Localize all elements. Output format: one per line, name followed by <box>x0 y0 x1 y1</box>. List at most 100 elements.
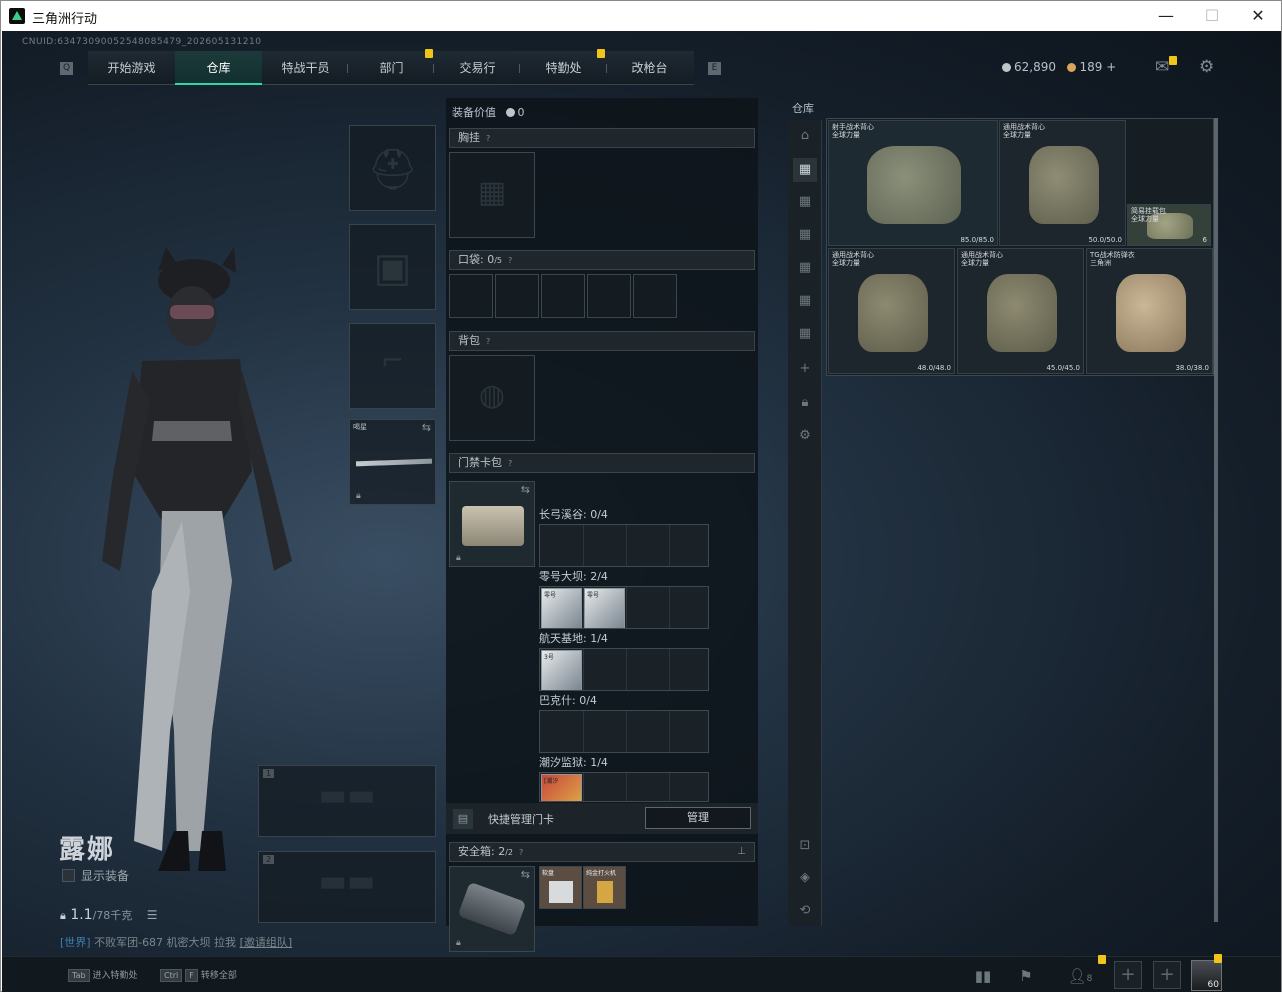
keycard-item[interactable]: 3号 <box>541 650 582 690</box>
warehouse-item[interactable]: 射手战术背心 全球力量 85.0/85.0 <box>828 120 998 246</box>
warehouse-tab-icon[interactable]: ▦ <box>793 223 817 247</box>
gear-icon[interactable]: ⚙ <box>1199 57 1214 77</box>
warehouse-panel: 仓库 ⌂ ▦ ▦ ▦ ▦ ▦ ▦ + 🔒︎ ⚙ ⊡ ◈ ⟲ 射手战术背心 全球力… <box>788 98 1220 926</box>
quick-manage-bar: ▤ 快捷管理门卡 管理 <box>446 803 758 834</box>
invite-slot-button[interactable]: + <box>1114 961 1142 989</box>
keycase-slot[interactable]: ⇆ 🔒︎ <box>449 481 535 567</box>
mail-icon[interactable]: ✉ <box>1155 57 1169 77</box>
warehouse-tab-icon[interactable]: ▦ <box>793 322 817 346</box>
warehouse-tab-icon[interactable]: ▦ <box>793 289 817 313</box>
chest-rig-label: 胸挂 <box>458 131 480 144</box>
cell-divider <box>583 773 584 801</box>
manage-button[interactable]: 管理 <box>645 807 751 829</box>
keycard-item[interactable]: [潮汐 <box>541 774 582 801</box>
settings-icon[interactable]: ⚙ <box>793 424 817 448</box>
hint-special-ops[interactable]: Tab 进入特勤处 <box>68 968 138 982</box>
secondary-weapon-slot[interactable]: 2 ▬▬ <box>258 851 436 923</box>
item-durability: 45.0/45.0 <box>1046 364 1080 372</box>
item-durability: 38.0/38.0 <box>1175 364 1209 372</box>
safebox-slot[interactable]: ⇆ 🔒︎ <box>449 866 535 952</box>
tab-market[interactable]: 交易行 <box>434 51 521 85</box>
warehouse-item[interactable]: 通用战术背心 全球力量 48.0/48.0 <box>828 248 955 374</box>
safebox-item[interactable]: 软盘 <box>539 866 582 909</box>
swap-icon[interactable]: ⇆ <box>521 483 530 496</box>
tab-start-game[interactable]: 开始游戏 <box>88 51 175 85</box>
cell-divider <box>626 649 627 690</box>
checkbox[interactable] <box>62 869 75 882</box>
help-icon[interactable]: ? <box>508 256 512 265</box>
keycard-item[interactable]: 零号 <box>541 588 582 628</box>
safebox-item[interactable]: 纯金打火机 <box>583 866 626 909</box>
game-viewport: CNUID:63473090052548085479_202605131210 … <box>2 31 1281 992</box>
warehouse-item[interactable]: TG战术防弹衣 三角洲 38.0/38.0 <box>1086 248 1213 374</box>
hint-transfer-all[interactable]: Ctrl F 转移全部 <box>160 968 237 982</box>
help-icon[interactable]: ? <box>486 134 490 143</box>
list-icon[interactable]: ☰ <box>147 908 158 922</box>
warehouse-tab-icon[interactable]: ▦ <box>793 256 817 280</box>
warehouse-item[interactable]: 通用战术背心 全球力量 50.0/50.0 <box>999 120 1126 246</box>
add-currency-button[interactable]: + <box>1106 60 1116 74</box>
help-icon[interactable]: ? <box>519 848 523 857</box>
keycard-tag: 零号 <box>544 592 557 599</box>
nav-prev-key[interactable]: Q <box>60 62 73 75</box>
player-level: 60 <box>1207 980 1219 990</box>
minimize-button[interactable]: — <box>1143 1 1189 31</box>
invite-slot-button[interactable]: + <box>1153 961 1181 989</box>
item-durability: 50.0/50.0 <box>1088 236 1122 244</box>
item-name: 纯金打火机 <box>586 870 617 877</box>
backpack-slot[interactable]: ◍ <box>449 355 535 441</box>
backpack-label: 背包 <box>458 334 480 347</box>
squad-icon[interactable]: 👤︎8 <box>1060 963 1100 989</box>
pocket-slot[interactable] <box>541 274 585 318</box>
help-icon[interactable]: ? <box>508 459 512 468</box>
swap-icon[interactable]: ⇆ <box>521 868 530 881</box>
layers-icon[interactable]: ◈ <box>793 866 817 890</box>
nav-next-key[interactable]: E <box>708 62 721 75</box>
maximize-button[interactable]: ☐ <box>1189 1 1235 31</box>
tab-divider <box>606 64 607 73</box>
helmet-slot[interactable]: ⛑ <box>349 125 436 211</box>
pocket-slot[interactable] <box>587 274 631 318</box>
melee-slot[interactable]: 喝星 ⇆ 🔒︎ <box>349 419 436 505</box>
help-icon[interactable]: ? <box>486 337 490 346</box>
map-count: 1/4 <box>590 756 608 769</box>
flag-icon[interactable]: ⚑ <box>1013 963 1039 989</box>
primary-weapon-slot[interactable]: 1 ▬▬ <box>258 765 436 837</box>
armor-slot[interactable]: ▣ <box>349 224 436 310</box>
keycard-item[interactable]: 零号 <box>584 588 625 628</box>
stats-icon[interactable]: ▮▮ <box>970 963 996 989</box>
show-equipment-toggle[interactable]: 显示装备 <box>62 867 129 884</box>
lock-icon[interactable]: 🔒︎ <box>793 391 817 415</box>
tab-department[interactable]: 部门 <box>348 51 435 85</box>
invite-link[interactable]: [邀请组队] <box>240 936 293 949</box>
warehouse-tab-icon[interactable]: ▦ <box>793 190 817 214</box>
map-name: 长弓溪谷 <box>539 508 583 521</box>
pocket-slot[interactable] <box>633 274 677 318</box>
swap-icon[interactable]: ⇆ <box>422 421 431 434</box>
warehouse-item[interactable]: 简易挂载包 全球力量 6 <box>1127 204 1211 246</box>
cell-divider <box>626 587 627 628</box>
pocket-slot[interactable] <box>495 274 539 318</box>
world-status: [世界] 不败军团-687 机密大坝 拉我 [邀请组队] <box>60 934 292 950</box>
chest-rig-slot[interactable]: ▦ <box>449 152 535 238</box>
plus-icon[interactable]: + <box>793 357 817 381</box>
warehouse-tab-icon[interactable]: ▦ <box>793 158 817 182</box>
tab-warehouse[interactable]: 仓库 <box>175 51 262 85</box>
tab-gunsmith[interactable]: 改枪台 <box>606 51 693 85</box>
tab-operators[interactable]: 特战干员 <box>262 51 349 85</box>
keycard-row: [潮汐 <box>539 772 709 802</box>
player-avatar[interactable]: 60 <box>1191 960 1222 991</box>
pin-icon[interactable]: ⊥ <box>737 843 746 861</box>
close-button[interactable]: ✕ <box>1235 1 1281 31</box>
warehouse-scrollbar[interactable] <box>1214 118 1218 922</box>
scroll-thumb[interactable] <box>1214 118 1218 922</box>
warehouse-item[interactable]: 通用战术背心 全球力量 45.0/45.0 <box>957 248 1084 374</box>
pocket-slot[interactable] <box>449 274 493 318</box>
keycase-label: 门禁卡包 <box>458 456 502 469</box>
warehouse-all-icon[interactable]: ⌂ <box>793 124 817 148</box>
recycle-icon[interactable]: ⟲ <box>793 899 817 923</box>
app-logo-icon <box>9 8 25 24</box>
pistol-slot[interactable]: ⌐ <box>349 323 436 409</box>
tab-special-ops[interactable]: 特勤处 <box>520 51 607 85</box>
sort-icon[interactable]: ⊡ <box>793 834 817 858</box>
